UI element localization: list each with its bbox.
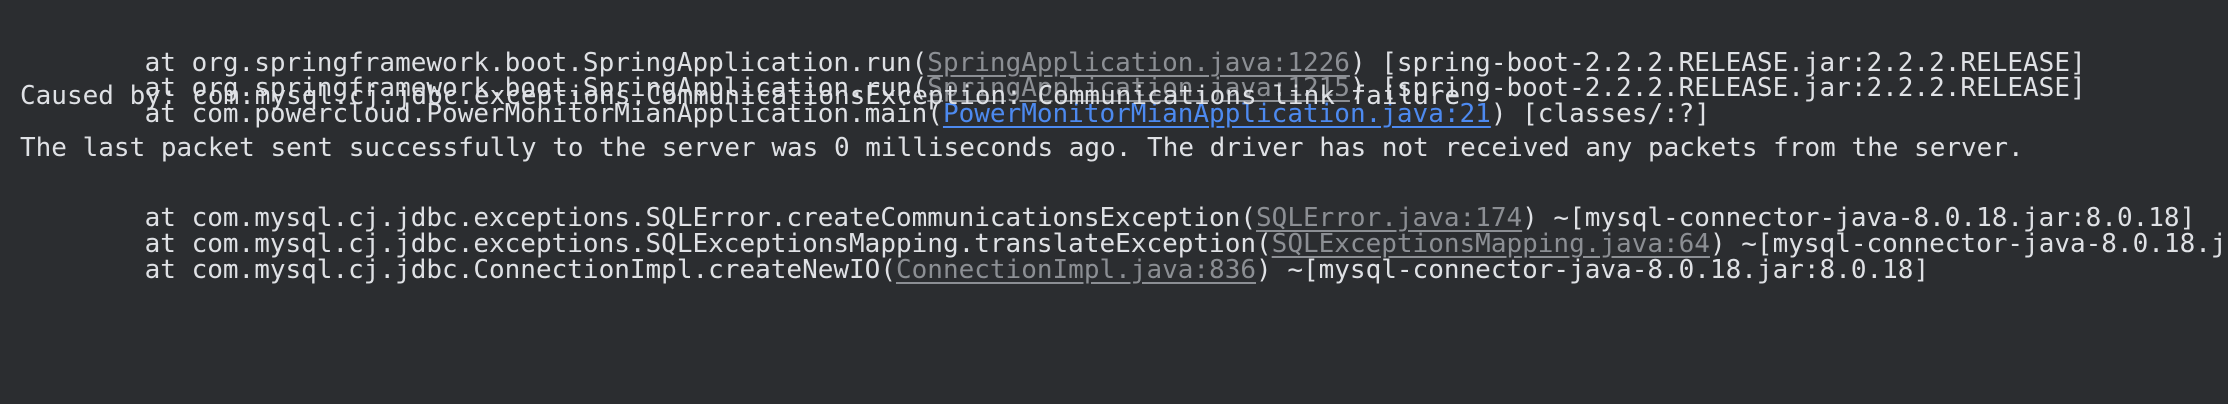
caused-by-line: Caused by: com.mysql.cj.jdbc.exceptions.… [20,81,1461,111]
stack-frame-text: at com.mysql.cj.jdbc.ConnectionImpl.crea… [144,255,896,285]
console-output: at org.springframework.boot.SpringApplic… [0,0,2228,404]
stack-trace-line: at com.mysql.cj.jdbc.ConnectionImpl.crea… [20,204,1929,285]
jar-info: ) [classes/:?] [1490,99,1710,129]
source-link[interactable]: ConnectionImpl.java:836 [896,255,1256,285]
jar-info: ) ~[mysql-connector-java-8.0.18.jar:8.0.… [1256,255,1930,285]
